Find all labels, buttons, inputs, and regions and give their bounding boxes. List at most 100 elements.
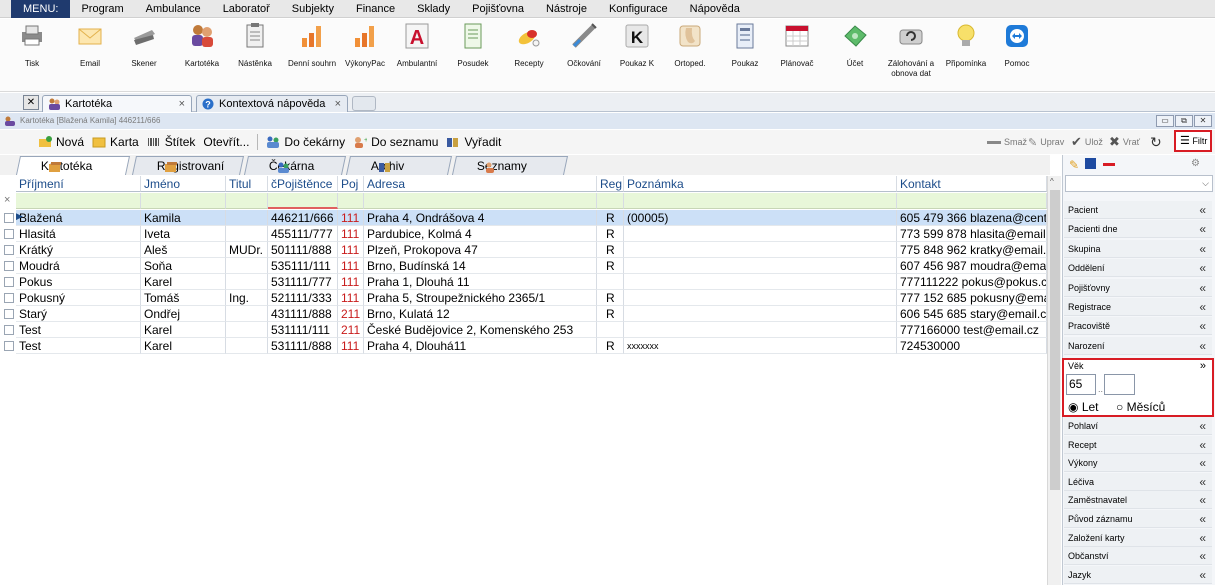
toolbar-ucet-button[interactable]: Účet — [823, 22, 887, 69]
filter-cell[interactable] — [897, 193, 1047, 209]
filter-section-b3[interactable]: Léčiva « — [1064, 472, 1212, 491]
collapse-icon[interactable]: » — [1200, 360, 1206, 372]
cell-reg[interactable]: R — [597, 306, 624, 322]
filter-cell[interactable] — [597, 193, 624, 209]
cell-kontakt[interactable]: 607 456 987 moudra@emai — [897, 258, 1047, 274]
cell-jmeno[interactable]: Soňa — [141, 258, 226, 274]
filter-cell[interactable] — [268, 193, 338, 209]
cell-poznamka[interactable] — [624, 306, 897, 322]
subtab-seznamy[interactable]: Seznamy — [451, 156, 569, 175]
filter-section-b0[interactable]: Pohlaví « — [1064, 417, 1212, 435]
cell-cislo[interactable]: 501111/888 — [268, 242, 338, 258]
filter-section-7[interactable]: Narození « — [1064, 336, 1212, 355]
row-checkbox[interactable] — [4, 213, 14, 223]
cell-poznamka[interactable]: xxxxxxx — [624, 338, 897, 354]
cell-kontakt[interactable]: 773 599 878 hlasita@email. — [897, 226, 1047, 242]
column-header-reg[interactable]: Reg — [597, 176, 624, 192]
clear-filter-icon[interactable]: × — [4, 194, 10, 206]
filter-section-b8[interactable]: Jazyk « — [1064, 565, 1212, 584]
cell-cislo[interactable]: 521111/333 — [268, 290, 338, 306]
scroll-up-icon[interactable]: ^ — [1050, 177, 1054, 186]
grid-scrollbar[interactable]: ^ — [1047, 176, 1061, 585]
cell-titul[interactable]: MUDr. — [226, 242, 268, 258]
cell-adresa[interactable]: Brno, Kulatá 12 — [364, 306, 597, 322]
cell-cislo[interactable]: 535111/111 — [268, 258, 338, 274]
cell-poj[interactable]: 211 — [338, 322, 364, 338]
table-row[interactable]: Krátký Aleš MUDr. 501111/888 111 Plzeň, Proko… — [16, 242, 1050, 258]
filter-section-0[interactable]: Pacient « — [1064, 201, 1212, 219]
row-checkbox[interactable] — [4, 261, 14, 271]
cell-reg[interactable]: R — [597, 242, 624, 258]
cell-kontakt[interactable]: 777166000 test@email.cz — [897, 322, 1047, 338]
cell-reg[interactable] — [597, 322, 624, 338]
expand-icon[interactable]: « — [1199, 298, 1206, 316]
nova-button[interactable]: Nová — [34, 132, 88, 152]
cell-cislo[interactable]: 431111/888 — [268, 306, 338, 322]
cell-poj[interactable]: 211 — [338, 306, 364, 322]
filter-cell[interactable] — [141, 193, 226, 209]
toolbar-planovac-button[interactable]: Plánovač — [765, 22, 829, 69]
table-row[interactable]: Test Karel 531111/888 111 Praha 4, Dlouhá11 R… — [16, 338, 1050, 354]
table-row[interactable]: Hlasitá Iveta 455111/777 111 Pardubice, Kolm… — [16, 226, 1050, 242]
menu-item-napoveda[interactable]: Nápověda — [679, 0, 751, 18]
filter-section-3[interactable]: Oddělení « — [1064, 259, 1212, 278]
brush-icon[interactable]: ✎ — [1069, 158, 1079, 172]
cell-poj[interactable]: 111 — [338, 226, 364, 242]
expand-icon[interactable]: « — [1199, 473, 1206, 491]
cell-poznamka[interactable] — [624, 322, 897, 338]
filter-section-2[interactable]: Skupina « — [1064, 239, 1212, 258]
save-icon[interactable] — [1085, 158, 1096, 169]
table-row[interactable]: Moudrá Soňa 535111/111 111 Brno, Budínská 14… — [16, 258, 1050, 274]
filter-preset-select[interactable]: ⌵ — [1065, 175, 1213, 192]
restore-icon[interactable]: ⧉ — [1175, 115, 1193, 127]
otevrit-button[interactable]: Otevřít... — [199, 132, 253, 152]
cell-reg[interactable]: R — [597, 290, 624, 306]
column-header-kontakt[interactable]: Kontakt — [897, 176, 1047, 192]
filter-section-b7[interactable]: Občanství « — [1064, 547, 1212, 566]
cell-kontakt[interactable]: 777111222 pokus@pokus.c — [897, 274, 1047, 290]
cell-titul[interactable] — [226, 274, 268, 290]
expand-icon[interactable]: « — [1199, 436, 1206, 454]
column-header-poznamka[interactable]: Poznámka — [624, 176, 897, 192]
filter-cell[interactable] — [624, 193, 897, 209]
row-checkbox[interactable] — [4, 293, 14, 303]
menu-item-finance[interactable]: Finance — [345, 0, 406, 18]
expand-icon[interactable]: « — [1199, 279, 1206, 297]
cell-jmeno[interactable]: Aleš — [141, 242, 226, 258]
cell-kontakt[interactable]: 724530000 — [897, 338, 1047, 354]
expand-icon[interactable]: « — [1199, 317, 1206, 335]
cell-poj[interactable]: 111 — [338, 210, 364, 226]
expand-icon[interactable]: « — [1199, 454, 1206, 472]
cell-prijmeni[interactable]: Starý — [16, 306, 141, 322]
cell-titul[interactable] — [226, 322, 268, 338]
expand-icon[interactable]: « — [1199, 491, 1206, 509]
cell-adresa[interactable]: Praha 1, Dlouhá 11 — [364, 274, 597, 290]
filter-section-b2[interactable]: Výkony « — [1064, 454, 1212, 473]
menu-item-subjekty[interactable]: Subjekty — [281, 0, 345, 18]
cell-jmeno[interactable]: Karel — [141, 274, 226, 290]
column-header-adresa[interactable]: Adresa — [364, 176, 597, 192]
expand-icon[interactable]: « — [1199, 529, 1206, 547]
toolbar-posudek-button[interactable]: Posudek — [441, 22, 505, 69]
table-row[interactable]: Blažená Kamila 446211/666 111 Praha 4, Ondrá… — [16, 210, 1050, 226]
row-checkbox[interactable] — [4, 325, 14, 335]
cell-titul[interactable] — [226, 258, 268, 274]
cell-kontakt[interactable]: 777 152 685 pokusny@ema — [897, 290, 1047, 306]
cell-reg[interactable]: R — [597, 338, 624, 354]
cell-cislo[interactable]: 455111/777 — [268, 226, 338, 242]
cell-titul[interactable] — [226, 210, 268, 226]
cell-cislo[interactable]: 531111/777 — [268, 274, 338, 290]
expand-icon[interactable]: « — [1199, 259, 1206, 277]
row-checkbox[interactable] — [4, 245, 14, 255]
expand-icon[interactable]: « — [1199, 220, 1206, 238]
cell-adresa[interactable]: Praha 4, Ondrášova 4 — [364, 210, 597, 226]
expand-icon[interactable]: « — [1199, 566, 1206, 584]
cell-adresa[interactable]: České Budějovice 2, Komenského 253 — [364, 322, 597, 338]
cell-prijmeni[interactable]: Blažená — [16, 210, 141, 226]
vek-from-input[interactable]: 65 — [1066, 374, 1096, 395]
cell-cislo[interactable]: 531111/888 — [268, 338, 338, 354]
cell-adresa[interactable]: Pardubice, Kolmá 4 — [364, 226, 597, 242]
filter-section-5[interactable]: Registrace « — [1064, 298, 1212, 316]
cell-jmeno[interactable]: Ondřej — [141, 306, 226, 322]
toolbar-ambulantni-button[interactable]: A Ambulantní — [385, 22, 449, 69]
